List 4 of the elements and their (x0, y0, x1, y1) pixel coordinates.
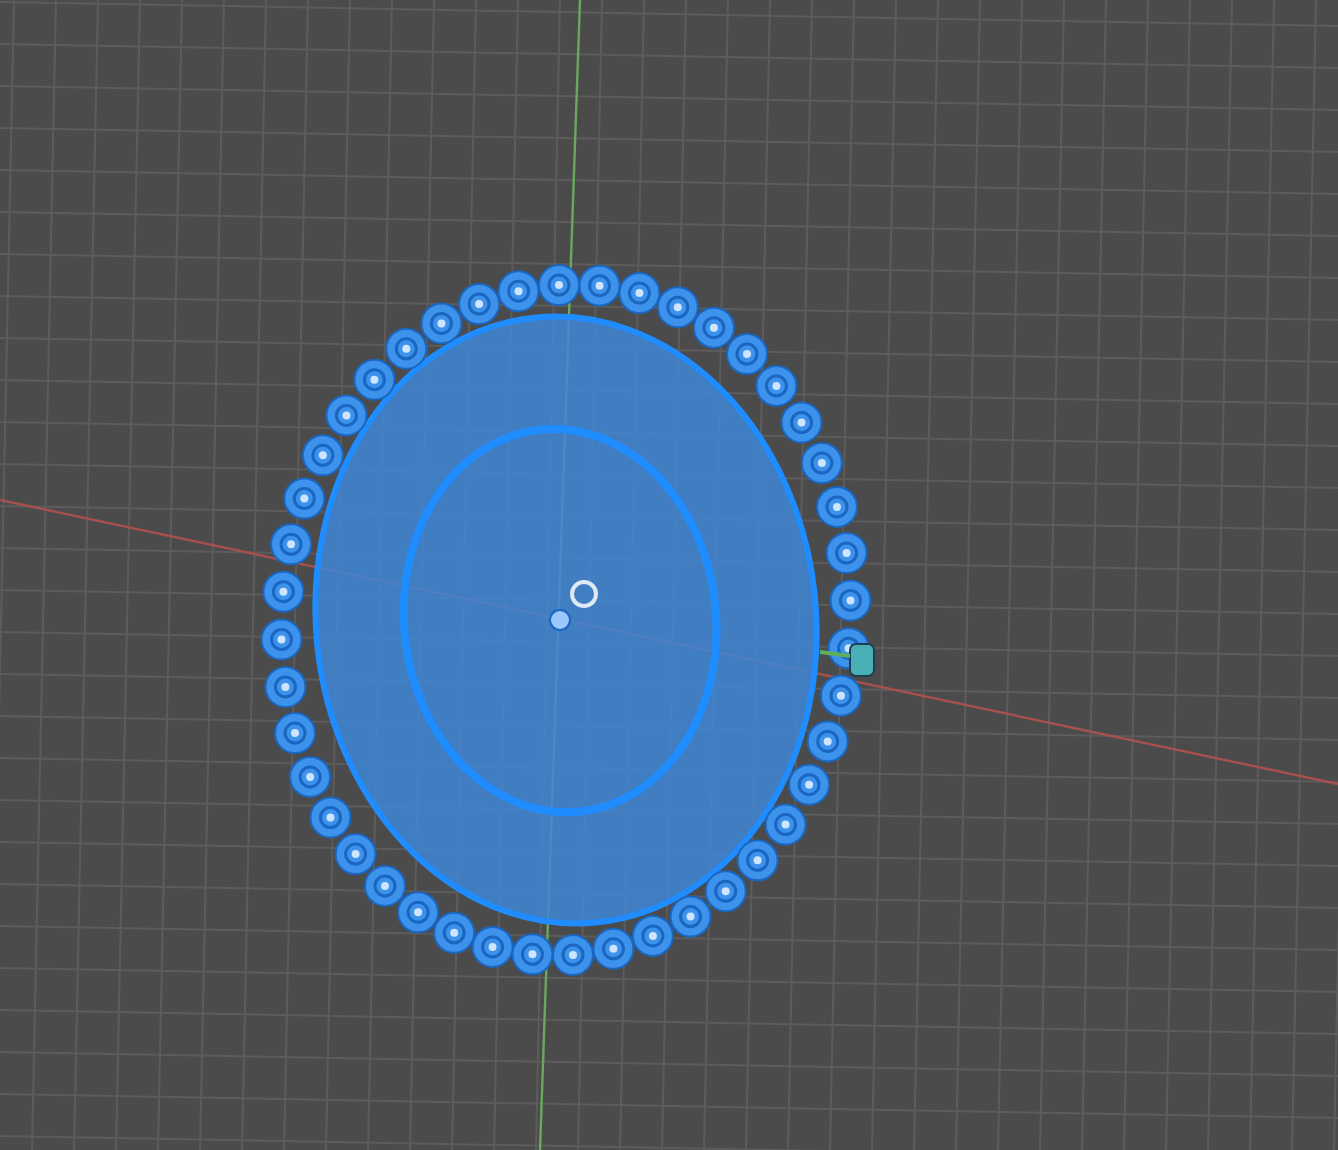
gizmo-icon (819, 643, 875, 677)
bead-ring-drawing[interactable] (260, 264, 872, 976)
disk-drawing[interactable] (312, 313, 820, 927)
pivot-icon (549, 580, 598, 631)
